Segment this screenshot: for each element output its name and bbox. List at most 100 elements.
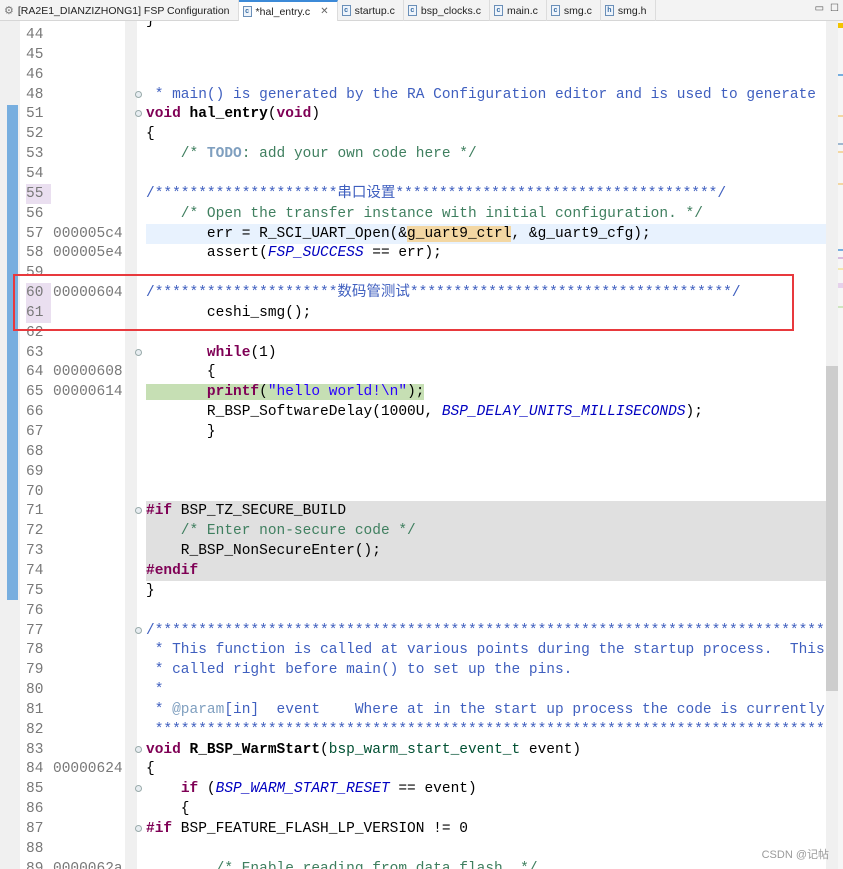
code-token: event) bbox=[520, 741, 582, 758]
tab-bsp-clocks-c[interactable]: c bsp_clocks.c bbox=[404, 0, 490, 21]
code-row: 80 * bbox=[0, 680, 826, 700]
code-line[interactable] bbox=[146, 164, 826, 184]
fold-toggle-icon[interactable] bbox=[135, 785, 142, 793]
line-number: 77 bbox=[26, 622, 44, 639]
line-number: 66 bbox=[26, 404, 44, 421]
code-line[interactable]: * called right before main() to set up t… bbox=[146, 660, 826, 680]
fold-toggle-icon[interactable] bbox=[135, 110, 142, 118]
tab-startup-c[interactable]: c startup.c bbox=[338, 0, 404, 21]
tab--hal-entry-c[interactable]: c *hal_entry.c ✕ bbox=[238, 0, 338, 21]
code-line[interactable]: * @param[in] event Where at in the start… bbox=[146, 700, 826, 720]
overview-marker[interactable] bbox=[838, 249, 843, 251]
code-line[interactable] bbox=[146, 45, 826, 65]
line-number: 63 bbox=[26, 344, 44, 361]
overview-marker[interactable] bbox=[838, 23, 843, 28]
code-token: ); bbox=[407, 384, 425, 401]
tab-smg-h[interactable]: h smg.h bbox=[601, 0, 656, 21]
code-line[interactable]: /***************************************… bbox=[146, 621, 826, 641]
line-number: 44 bbox=[26, 27, 44, 43]
code-line[interactable]: /* Open the transfer instance with initi… bbox=[146, 204, 826, 224]
code-line[interactable]: { bbox=[146, 124, 826, 144]
code-line[interactable]: assert(FSP_SUCCESS == err); bbox=[146, 243, 826, 263]
code-row: 86 { bbox=[0, 799, 826, 819]
code-row: 53 /* TODO: add your own code here */ bbox=[0, 144, 826, 164]
overview-ruler[interactable] bbox=[838, 21, 843, 869]
code-line[interactable]: /* Enter non-secure code */ bbox=[146, 521, 826, 542]
vertical-scrollbar[interactable] bbox=[826, 21, 838, 869]
tab--ra2e1-dianzizhong1-fsp-configuration[interactable]: ⚙ [RA2E1_DIANZIZHONG1] FSP Configuration bbox=[0, 0, 239, 21]
line-number: 85 bbox=[26, 781, 44, 798]
tab-main-c[interactable]: c main.c bbox=[490, 0, 547, 21]
overview-marker[interactable] bbox=[838, 151, 843, 153]
line-number: 78 bbox=[26, 642, 44, 659]
code-line[interactable]: /* Enable reading from data flash. */ bbox=[146, 859, 826, 869]
code-row: 45 bbox=[0, 45, 826, 65]
overview-marker[interactable] bbox=[838, 257, 843, 259]
code-line[interactable]: #endif bbox=[146, 560, 826, 581]
code-line[interactable]: void hal_entry(void) bbox=[146, 104, 826, 124]
overview-marker[interactable] bbox=[838, 306, 843, 308]
overview-marker[interactable] bbox=[838, 283, 843, 288]
overview-marker[interactable] bbox=[838, 143, 843, 145]
code-line[interactable] bbox=[146, 65, 826, 85]
code-line[interactable]: void R_BSP_WarmStart(bsp_warm_start_even… bbox=[146, 740, 826, 760]
scrollbar-thumb[interactable] bbox=[826, 366, 838, 691]
code-line[interactable]: } bbox=[146, 422, 826, 442]
code-line[interactable]: while(1) bbox=[146, 343, 826, 363]
code-row: 84 00000624 { bbox=[0, 759, 826, 779]
line-number: 88 bbox=[26, 840, 44, 857]
code-token: ( bbox=[198, 781, 216, 798]
fold-toggle-icon[interactable] bbox=[135, 507, 142, 515]
code-line[interactable]: /* TODO: add your own code here */ bbox=[146, 144, 826, 164]
code-line[interactable] bbox=[146, 601, 826, 621]
code-line[interactable]: err = R_SCI_UART_Open(&g_uart9_ctrl, &g_… bbox=[146, 223, 826, 244]
fold-toggle-icon[interactable] bbox=[135, 90, 142, 98]
line-number: 53 bbox=[26, 146, 44, 163]
code-line[interactable]: { bbox=[146, 362, 826, 382]
code-line[interactable]: #if BSP_TZ_SECURE_BUILD bbox=[146, 501, 826, 522]
fold-toggle-icon[interactable] bbox=[135, 825, 142, 832]
code-row: 70 bbox=[0, 482, 826, 502]
overview-marker[interactable] bbox=[838, 183, 843, 185]
overview-marker[interactable] bbox=[838, 74, 843, 76]
code-token: FSP_SUCCESS bbox=[267, 245, 364, 262]
fold-toggle-icon[interactable] bbox=[135, 626, 142, 634]
code-editor[interactable]: } 44 45 46 48 * main() is generated by the … bbox=[0, 21, 826, 869]
code-line[interactable]: * bbox=[146, 680, 826, 700]
code-line[interactable]: * main() is generated by the RA Configur… bbox=[146, 85, 826, 105]
code-line[interactable] bbox=[146, 442, 826, 462]
code-line[interactable] bbox=[146, 25, 826, 45]
code-line[interactable]: { bbox=[146, 759, 826, 779]
code-line[interactable] bbox=[146, 839, 826, 859]
code-line[interactable]: printf("hello world!\n"); bbox=[146, 382, 826, 402]
code-token: printf bbox=[206, 384, 260, 401]
code-line[interactable]: /*********************串口设置**************… bbox=[146, 184, 826, 204]
code-token: void bbox=[146, 106, 181, 123]
tab-smg-c[interactable]: c smg.c bbox=[547, 0, 601, 21]
code-line[interactable]: } bbox=[146, 581, 826, 601]
fold-toggle-icon[interactable] bbox=[135, 745, 142, 753]
code-line[interactable]: if (BSP_WARM_START_RESET == event) bbox=[146, 779, 826, 799]
code-line[interactable]: R_BSP_SoftwareDelay(1000U, BSP_DELAY_UNI… bbox=[146, 402, 826, 422]
code-line[interactable]: ****************************************… bbox=[146, 720, 826, 740]
code-token: == err); bbox=[363, 245, 442, 262]
minimize-icon[interactable]: ▭ bbox=[815, 3, 824, 14]
overview-marker[interactable] bbox=[838, 115, 843, 117]
code-token: * main() is generated by the RA Configur… bbox=[154, 86, 826, 103]
code-line[interactable]: R_BSP_NonSecureEnter(); bbox=[146, 541, 826, 562]
code-line[interactable] bbox=[146, 482, 826, 502]
code-token: /* Enter non-secure code */ bbox=[146, 523, 416, 540]
code-line[interactable] bbox=[146, 462, 826, 482]
code-line[interactable]: #if BSP_FEATURE_FLASH_LP_VERSION != 0 bbox=[146, 819, 826, 839]
code-line[interactable]: { bbox=[146, 799, 826, 819]
close-icon[interactable]: ✕ bbox=[320, 6, 328, 17]
maximize-icon[interactable]: ☐ bbox=[830, 3, 839, 14]
tab-label: smg.c bbox=[563, 4, 592, 17]
fold-toggle-icon[interactable] bbox=[135, 348, 142, 356]
overview-marker[interactable] bbox=[838, 268, 843, 270]
line-number: 75 bbox=[26, 582, 44, 599]
line-number: 52 bbox=[26, 126, 44, 143]
code-line[interactable]: * This function is called at various poi… bbox=[146, 640, 826, 660]
c-file-icon: c bbox=[341, 5, 351, 16]
line-number: 58 bbox=[26, 245, 44, 262]
